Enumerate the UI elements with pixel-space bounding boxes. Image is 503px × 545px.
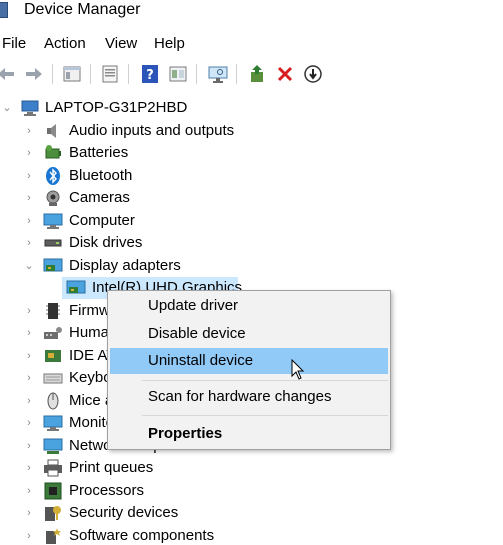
tree-item-label: Disk drives (69, 234, 143, 251)
computer-icon (20, 99, 40, 117)
menu-view[interactable]: View (105, 35, 137, 53)
toolbar: ? (0, 60, 503, 88)
device-manager-app-icon (0, 2, 8, 18)
menu-item-update-driver[interactable]: Update driver (110, 293, 388, 319)
processor-icon (43, 482, 63, 500)
tree-item-label: Display adapters (69, 257, 181, 274)
chevron-right-icon[interactable]: › (24, 462, 34, 474)
tree-item-display-adapters[interactable]: ⌄ Display adapters (0, 255, 503, 277)
security-icon (43, 504, 63, 522)
menu-separator (142, 380, 388, 381)
tree-item-label: Audio inputs and outputs (69, 122, 235, 139)
tree-item-disk-drives[interactable]: › Disk drives (0, 232, 503, 254)
printer-icon (43, 459, 63, 477)
chevron-right-icon[interactable]: › (24, 485, 34, 497)
display-adapter-icon (66, 279, 86, 297)
tree-item-processors[interactable]: › Processors (0, 480, 503, 502)
mouse-pointer-icon (291, 358, 305, 381)
scan-hardware-icon[interactable] (206, 62, 230, 86)
toolbar-separator (90, 64, 91, 84)
disk-drive-icon (43, 234, 63, 252)
bluetooth-icon (43, 167, 63, 185)
tree-root[interactable]: ⌄ LAPTOP-G31P2HBD (0, 97, 503, 119)
battery-icon (43, 144, 63, 162)
speaker-icon (43, 122, 63, 140)
tree-item-software-components[interactable]: › Software components (0, 525, 503, 545)
chevron-right-icon[interactable]: › (24, 530, 34, 542)
firmware-icon (43, 302, 63, 320)
chevron-right-icon[interactable]: › (24, 305, 34, 317)
tree-item-security-devices[interactable]: › Security devices (0, 502, 503, 524)
chevron-right-icon[interactable]: › (24, 327, 34, 339)
properties-icon[interactable] (98, 62, 122, 86)
tree-item-label: Cameras (69, 189, 130, 206)
help-icon[interactable]: ? (138, 62, 162, 86)
tree-item-label: Software components (69, 527, 215, 544)
hid-icon (43, 324, 63, 342)
tree-item-label: Print queues (69, 459, 154, 476)
camera-icon (43, 189, 63, 207)
computer-icon (43, 212, 63, 230)
chevron-down-icon[interactable]: ⌄ (2, 102, 12, 114)
ide-icon (43, 347, 63, 365)
tree-item-print-queues[interactable]: › Print queues (0, 457, 503, 479)
menu-item-uninstall-device[interactable]: Uninstall device (110, 348, 388, 374)
update-driver-view-icon[interactable] (166, 62, 190, 86)
chevron-right-icon[interactable]: › (24, 395, 34, 407)
network-icon (43, 437, 63, 455)
tree-item-label: Batteries (69, 144, 129, 161)
tree-item-label: Processors (69, 482, 145, 499)
keyboard-icon (43, 369, 63, 387)
chevron-right-icon[interactable]: › (24, 507, 34, 519)
forward-icon[interactable] (22, 62, 46, 86)
menu-action[interactable]: Action (44, 35, 86, 53)
chevron-right-icon[interactable]: › (24, 440, 34, 452)
disable-device-icon[interactable] (301, 62, 325, 86)
mouse-icon (43, 392, 63, 410)
chevron-right-icon[interactable]: › (24, 215, 34, 227)
tree-item-bluetooth[interactable]: › Bluetooth (0, 165, 503, 187)
context-menu: Update driver Disable device Uninstall d… (107, 290, 391, 450)
menu-item-disable-device[interactable]: Disable device (110, 321, 388, 347)
chevron-right-icon[interactable]: › (24, 192, 34, 204)
back-icon[interactable] (0, 62, 18, 86)
chevron-right-icon[interactable]: › (24, 372, 34, 384)
toolbar-separator (196, 64, 197, 84)
chevron-right-icon[interactable]: › (24, 350, 34, 362)
menu-file[interactable]: File (2, 35, 26, 53)
menu-item-properties[interactable]: Properties (110, 421, 388, 447)
software-components-icon (43, 527, 63, 545)
toolbar-separator (128, 64, 129, 84)
chevron-right-icon[interactable]: › (24, 417, 34, 429)
tree-item-audio[interactable]: › Audio inputs and outputs (0, 120, 503, 142)
add-driver-icon[interactable] (246, 62, 270, 86)
tree-item-label: Security devices (69, 504, 179, 521)
menu-bar: File Action View Help (0, 32, 503, 56)
monitor-icon (43, 414, 63, 432)
menu-separator (142, 415, 388, 416)
menu-help[interactable]: Help (154, 35, 185, 53)
toolbar-separator (236, 64, 237, 84)
uninstall-x-icon[interactable] (273, 62, 297, 86)
chevron-down-icon[interactable]: ⌄ (24, 260, 34, 272)
tree-item-label: Computer (69, 212, 135, 229)
title-bar: Device Manager (0, 0, 503, 24)
svg-text:?: ? (146, 68, 154, 83)
tree-root-label: LAPTOP-G31P2HBD (45, 99, 188, 116)
chevron-right-icon[interactable]: › (24, 125, 34, 137)
tree-item-cameras[interactable]: › Cameras (0, 187, 503, 209)
tree-item-batteries[interactable]: › Batteries (0, 142, 503, 164)
display-adapter-icon (43, 257, 63, 275)
show-hide-tree-icon[interactable] (60, 62, 84, 86)
menu-item-scan-hardware[interactable]: Scan for hardware changes (110, 384, 388, 410)
chevron-right-icon[interactable]: › (24, 147, 34, 159)
window-title: Device Manager (24, 1, 141, 18)
chevron-right-icon[interactable]: › (24, 237, 34, 249)
tree-item-computer[interactable]: › Computer (0, 210, 503, 232)
tree-item-label: Bluetooth (69, 167, 133, 184)
chevron-right-icon[interactable]: › (24, 170, 34, 182)
toolbar-separator (52, 64, 53, 84)
